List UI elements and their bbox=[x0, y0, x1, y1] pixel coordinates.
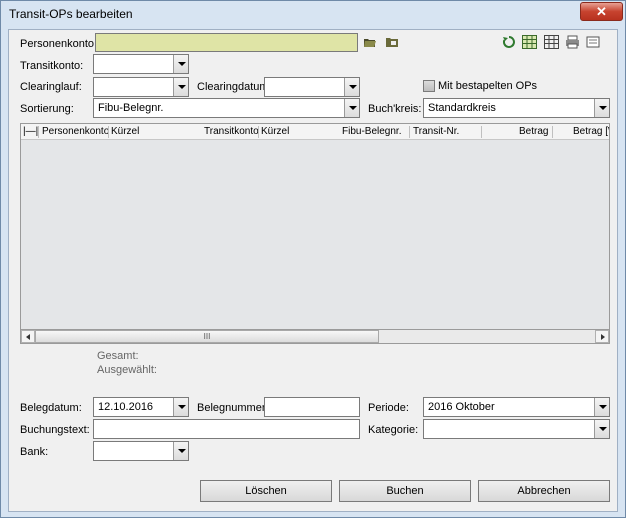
title-bar: Transit-OPs bearbeiten ✕ bbox=[1, 1, 625, 29]
dialog-client: Personenkonto: Transitkonto: Clearinglau… bbox=[8, 29, 618, 512]
scroll-left-button[interactable] bbox=[21, 330, 35, 343]
print-icon[interactable] bbox=[565, 35, 580, 49]
buchungstext-label: Buchungstext: bbox=[20, 424, 90, 436]
column-header-betrag[interactable]: Betrag bbox=[519, 126, 548, 137]
chevron-down-icon[interactable] bbox=[173, 78, 188, 96]
delete-button[interactable]: Löschen bbox=[200, 480, 332, 502]
export-icon[interactable] bbox=[586, 35, 601, 49]
transitkonto-combo[interactable] bbox=[93, 54, 189, 74]
column-header-transitkonto[interactable]: Transitkonto bbox=[204, 126, 259, 137]
column-header-fibu-belegnr[interactable]: Fibu-Belegnr. bbox=[342, 126, 401, 137]
chevron-down-icon[interactable] bbox=[173, 55, 188, 73]
clearinglauf-combo[interactable] bbox=[93, 77, 189, 97]
chevron-down-icon[interactable] bbox=[594, 398, 609, 416]
buchkreis-combo[interactable]: Standardkreis bbox=[423, 98, 610, 118]
clearingdatum-combo[interactable] bbox=[264, 77, 360, 97]
belegdatum-value: 12.10.2016 bbox=[98, 401, 154, 413]
chevron-down-icon[interactable] bbox=[344, 99, 359, 117]
kategorie-label: Kategorie: bbox=[368, 424, 419, 436]
belegnummer-input[interactable] bbox=[264, 397, 360, 417]
column-separator[interactable] bbox=[552, 126, 553, 138]
chevron-down-icon[interactable] bbox=[173, 442, 188, 460]
kategorie-combo[interactable] bbox=[423, 419, 610, 439]
sortierung-label: Sortierung: bbox=[20, 103, 74, 115]
buchungstext-input[interactable] bbox=[93, 419, 360, 439]
column-separator[interactable] bbox=[481, 126, 482, 138]
chevron-down-icon[interactable] bbox=[594, 420, 609, 438]
folder-icon[interactable] bbox=[385, 35, 399, 49]
scroll-thumb[interactable]: III bbox=[35, 330, 379, 343]
personenkonto-label: Personenkonto: bbox=[20, 38, 98, 50]
dialog-window: Transit-OPs bearbeiten ✕ Personenkonto: bbox=[0, 0, 626, 518]
cancel-button[interactable]: Abbrechen bbox=[478, 480, 610, 502]
periode-combo[interactable]: 2016 Oktober bbox=[423, 397, 610, 417]
buchkreis-label: Buch'kreis: bbox=[368, 103, 422, 115]
refresh-icon[interactable] bbox=[502, 35, 516, 49]
chevron-right-icon bbox=[601, 334, 605, 340]
grid-green-icon[interactable] bbox=[522, 35, 537, 49]
table-header: |—| Personenkonto Kürzel Transitkonto Kü… bbox=[21, 124, 609, 140]
column-header-betrag-w[interactable]: Betrag [W bbox=[573, 126, 609, 137]
clearingdatum-label: Clearingdatum: bbox=[197, 81, 272, 93]
sortierung-combo[interactable]: Fibu-Belegnr. bbox=[93, 98, 360, 118]
chevron-left-icon bbox=[26, 334, 30, 340]
scroll-right-button[interactable] bbox=[595, 330, 609, 343]
mit-bestapelten-label: Mit bestapelten OPs bbox=[438, 80, 538, 92]
chevron-down-icon[interactable] bbox=[594, 99, 609, 117]
window-title: Transit-OPs bearbeiten bbox=[9, 7, 133, 21]
folder-open-icon[interactable] bbox=[363, 35, 377, 49]
gesamt-label: Gesamt: bbox=[97, 350, 139, 362]
bank-combo[interactable] bbox=[93, 441, 189, 461]
sortierung-value: Fibu-Belegnr. bbox=[98, 102, 164, 114]
belegnummer-label: Belegnummer: bbox=[197, 402, 269, 414]
column-header-personenkonto[interactable]: Personenkonto bbox=[42, 126, 109, 137]
personenkonto-input[interactable] bbox=[95, 33, 358, 52]
periode-value: 2016 Oktober bbox=[428, 401, 495, 413]
mit-bestapelten-checkbox[interactable] bbox=[423, 80, 435, 92]
column-separator[interactable] bbox=[258, 126, 259, 138]
belegdatum-label: Belegdatum: bbox=[20, 402, 82, 414]
ausgewaehlt-label: Ausgewählt: bbox=[97, 364, 157, 376]
column-header-selector[interactable]: |—| bbox=[23, 126, 38, 137]
calendar-dropdown-icon[interactable] bbox=[173, 398, 188, 416]
transit-ops-table[interactable]: |—| Personenkonto Kürzel Transitkonto Kü… bbox=[20, 123, 610, 344]
grid-icon[interactable] bbox=[544, 35, 559, 49]
column-header-kuerzel-2[interactable]: Kürzel bbox=[261, 126, 289, 137]
column-separator[interactable] bbox=[38, 126, 39, 138]
book-button[interactable]: Buchen bbox=[339, 480, 471, 502]
column-header-transit-nr[interactable]: Transit-Nr. bbox=[413, 126, 459, 137]
bank-label: Bank: bbox=[20, 446, 49, 458]
clearinglauf-label: Clearinglauf: bbox=[20, 81, 82, 93]
column-separator[interactable] bbox=[108, 126, 109, 138]
close-button[interactable]: ✕ bbox=[580, 2, 623, 21]
belegdatum-combo[interactable]: 12.10.2016 bbox=[93, 397, 189, 417]
transitkonto-label: Transitkonto: bbox=[20, 60, 84, 72]
column-header-kuerzel-1[interactable]: Kürzel bbox=[111, 126, 139, 137]
periode-label: Periode: bbox=[368, 402, 409, 414]
column-separator[interactable] bbox=[409, 126, 410, 138]
buchkreis-value: Standardkreis bbox=[428, 102, 496, 114]
chevron-down-icon[interactable] bbox=[344, 78, 359, 96]
horizontal-scrollbar[interactable]: III bbox=[20, 329, 610, 344]
